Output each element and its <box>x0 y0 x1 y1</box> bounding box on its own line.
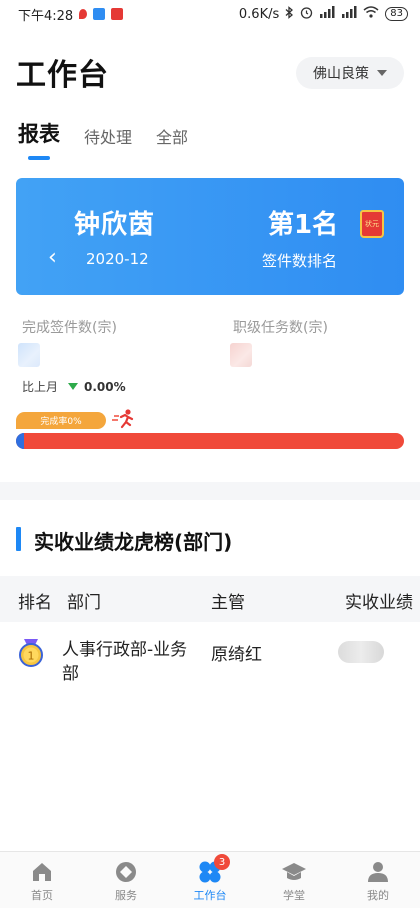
bluetooth-icon <box>285 5 294 23</box>
award-flag-icon: 状元 <box>360 210 384 238</box>
completion-rate-label: 完成率0% <box>16 412 106 429</box>
nav-mine[interactable]: 我的 <box>336 852 420 908</box>
completion-progress-bar <box>16 433 404 449</box>
row-manager: 原绮红 <box>211 645 262 665</box>
employee-name: 钟欣茵 <box>74 210 156 240</box>
completed-label: 完成签件数(宗) <box>22 320 117 336</box>
nav-service[interactable]: 服务 <box>84 852 168 908</box>
nav-workbench-label: 工作台 <box>193 889 227 902</box>
battery-level: 83 <box>385 7 408 21</box>
column-department: 部门 <box>67 593 101 613</box>
month-compare: 比上月 0.00% <box>22 378 126 395</box>
month-label[interactable]: 2020-12 <box>86 250 149 268</box>
signal-icon <box>341 6 357 22</box>
rank-tasks-label: 职级任务数(宗) <box>233 320 328 336</box>
app-notification-icon <box>93 8 106 20</box>
nav-service-label: 服务 <box>115 889 137 902</box>
service-icon <box>113 859 139 885</box>
rank-value: 第1名 <box>268 210 339 240</box>
nav-home-label: 首页 <box>31 889 53 902</box>
chevron-left-icon[interactable]: ‹ <box>48 247 57 269</box>
workbench-badge: 3 <box>214 854 230 870</box>
section-divider <box>0 482 420 500</box>
rank-card: 钟欣茵 ‹ 2020-12 第1名 签件数排名 状元 <box>16 178 404 295</box>
gold-medal-icon: 1 <box>18 639 44 667</box>
app-notification-icon <box>111 8 124 20</box>
wifi-icon <box>363 6 379 22</box>
trend-down-icon <box>68 383 79 390</box>
nav-workbench[interactable]: 3 工作台 <box>168 852 252 908</box>
section-accent-bar <box>16 527 21 551</box>
caret-down-icon <box>377 70 387 76</box>
alarm-icon <box>300 6 313 23</box>
bottom-navigation: 首页 服务 3 工作台 学堂 我的 <box>0 851 420 908</box>
row-department: 人事行政部-业务部 <box>62 640 188 684</box>
completed-value-blurred <box>18 343 40 367</box>
rank-label: 签件数排名 <box>262 252 338 270</box>
rank-tasks-value-blurred <box>230 343 252 367</box>
column-rank: 排名 <box>18 593 52 613</box>
row-revenue-blurred <box>338 641 384 663</box>
status-time: 下午4:28 <box>18 8 74 24</box>
runner-icon <box>112 408 136 430</box>
location-icon <box>79 9 88 19</box>
tab-pending[interactable]: 待处理 <box>84 124 132 160</box>
compare-value: 0.00% <box>84 379 126 394</box>
page-title: 工作台 <box>16 58 109 93</box>
nav-mine-label: 我的 <box>367 889 389 902</box>
graduation-cap-icon <box>281 859 307 885</box>
nav-school-label: 学堂 <box>283 889 305 902</box>
user-icon <box>365 859 391 885</box>
medal-rank: 1 <box>28 650 35 663</box>
tab-bar: 报表 待处理 全部 <box>18 118 188 160</box>
company-selector[interactable]: 佛山良策 <box>296 57 404 89</box>
table-header: 排名 部门 主管 实收业绩 <box>0 576 420 622</box>
column-manager: 主管 <box>211 593 245 613</box>
nav-home[interactable]: 首页 <box>0 852 84 908</box>
tab-report[interactable]: 报表 <box>18 118 60 160</box>
progress-fill <box>16 433 24 449</box>
network-speed: 0.6K/s <box>238 6 280 22</box>
leaderboard-title: 实收业绩龙虎榜(部门) <box>34 530 233 554</box>
column-revenue: 实收业绩 <box>345 593 413 613</box>
company-name: 佛山良策 <box>313 66 369 82</box>
compare-label: 比上月 <box>22 380 59 394</box>
nav-school[interactable]: 学堂 <box>252 852 336 908</box>
home-icon <box>29 859 55 885</box>
signal-icon <box>319 6 335 22</box>
status-bar: 下午4:28 0.6K/s 83 <box>0 0 420 28</box>
tab-all[interactable]: 全部 <box>156 124 188 160</box>
